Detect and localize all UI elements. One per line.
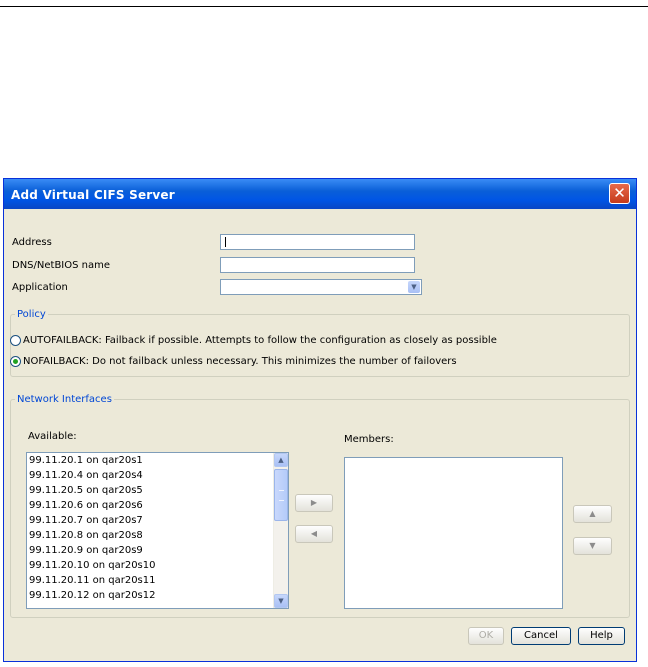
dns-netbios-name-input[interactable] [220,257,415,273]
remove-interface-button[interactable]: ◀ [295,525,333,543]
help-button[interactable]: Help [578,627,625,645]
list-item[interactable]: 99.11.20.4 on qar20s4 [27,468,288,483]
list-item[interactable]: 99.11.20.5 on qar20s5 [27,483,288,498]
nofailback-label: NOFAILBACK: Do not failback unless neces… [23,355,457,367]
list-item[interactable]: 99.11.20.1 on qar20s1 [27,453,288,468]
application-label: Application [12,282,68,293]
available-interfaces-list[interactable]: 99.11.20.1 on qar20s1 99.11.20.4 on qar2… [26,452,289,609]
text-caret [225,237,226,247]
list-item[interactable]: 99.11.20.10 on qar20s10 [27,558,288,573]
dialog-title: Add Virtual CIFS Server [11,188,175,202]
available-label: Available: [28,431,77,442]
address-label: Address [12,237,52,248]
dns-netbios-name-label: DNS/NetBIOS name [12,260,111,271]
add-virtual-cifs-server-dialog: Add Virtual CIFS Server ✕ Address DNS/Ne… [3,178,637,662]
page-top-rule [0,6,648,7]
chevron-down-icon[interactable]: ▼ [408,281,420,293]
add-interface-button[interactable]: ▶ [295,494,333,512]
move-up-button[interactable]: ▲ [573,505,612,523]
ok-button[interactable]: OK [468,627,504,645]
vertical-scrollbar[interactable]: ▲ ▼ [273,453,288,608]
list-item[interactable]: 99.11.20.9 on qar20s9 [27,543,288,558]
policy-option-autofailback[interactable]: AUTOFAILBACK: Failback if possible. Atte… [10,333,497,347]
scroll-down-icon[interactable]: ▼ [274,594,288,608]
scroll-up-icon[interactable]: ▲ [274,453,288,467]
grip-icon [279,490,284,501]
members-list[interactable] [344,457,563,609]
list-item[interactable]: 99.11.20.8 on qar20s8 [27,528,288,543]
policy-option-nofailback[interactable]: NOFAILBACK: Do not failback unless neces… [10,354,457,368]
cancel-button[interactable]: Cancel [511,627,571,645]
list-item[interactable]: 99.11.20.12 on qar20s12 [27,588,288,603]
list-item[interactable]: 99.11.20.6 on qar20s6 [27,498,288,513]
available-list-items: 99.11.20.1 on qar20s1 99.11.20.4 on qar2… [27,453,288,603]
arrow-down-icon: ▼ [589,541,596,550]
members-label: Members: [344,434,394,445]
dialog-titlebar[interactable]: Add Virtual CIFS Server ✕ [4,179,636,209]
arrow-left-icon: ◀ [310,529,318,538]
arrow-up-icon: ▲ [589,509,596,518]
policy-legend: Policy [17,309,46,320]
application-select[interactable]: ▼ [220,279,422,295]
move-down-button[interactable]: ▼ [573,537,612,555]
radio-autofailback[interactable] [10,334,21,346]
scrollbar-thumb[interactable] [274,469,288,521]
radio-nofailback[interactable] [10,355,21,367]
network-interfaces-legend: Network Interfaces [17,394,112,405]
autofailback-label: AUTOFAILBACK: Failback if possible. Atte… [23,334,497,346]
arrow-right-icon: ▶ [310,498,318,507]
address-input[interactable] [220,234,415,250]
list-item[interactable]: 99.11.20.11 on qar20s11 [27,573,288,588]
close-icon[interactable]: ✕ [609,183,630,204]
list-item[interactable]: 99.11.20.7 on qar20s7 [27,513,288,528]
